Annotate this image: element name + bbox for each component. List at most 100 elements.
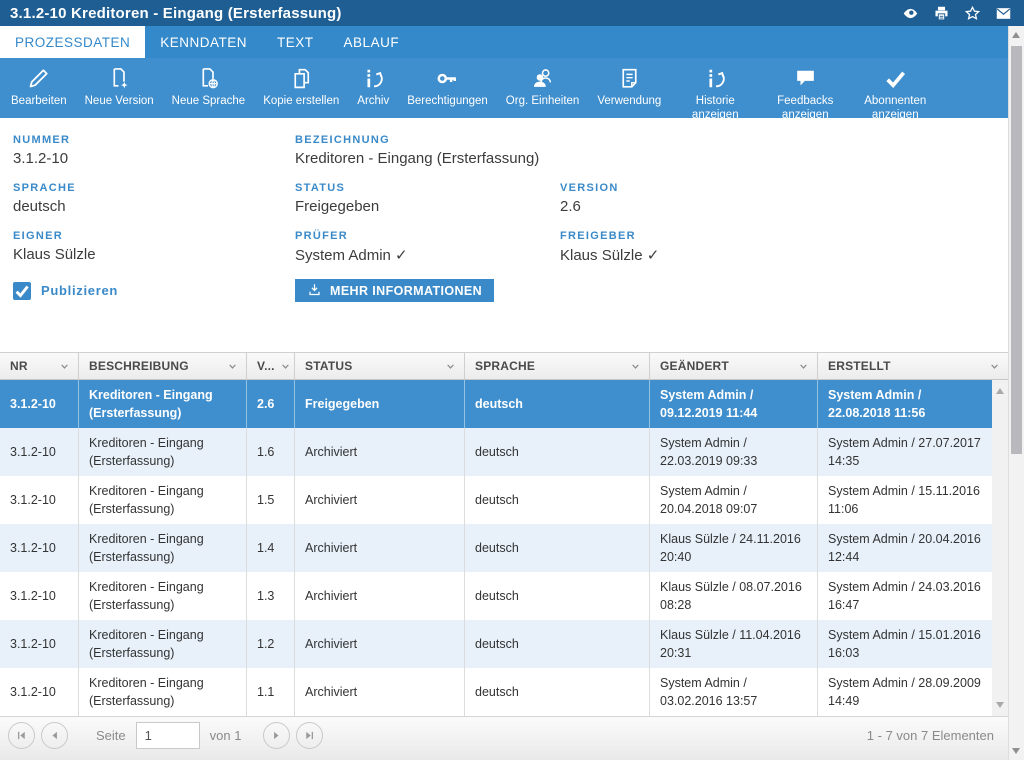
cell-status: Archiviert <box>295 620 465 668</box>
column-header-v[interactable]: V... <box>247 353 295 379</box>
cell-nr: 3.1.2-10 <box>0 524 79 572</box>
tab-text[interactable]: TEXT <box>262 26 329 58</box>
page-number-input[interactable] <box>136 722 200 749</box>
previous-page-button[interactable] <box>41 722 68 749</box>
scroll-up-icon[interactable] <box>1012 32 1020 38</box>
publish-checkbox[interactable] <box>13 282 31 300</box>
next-page-button[interactable] <box>263 722 290 749</box>
column-header-geändert[interactable]: GEÄNDERT <box>650 353 818 379</box>
download-icon <box>307 282 322 300</box>
tab-kenndaten[interactable]: KENNDATEN <box>145 26 262 58</box>
feedbacks-anzeigen-button[interactable]: Feedbacks anzeigen <box>760 58 850 125</box>
more-information-button[interactable]: MEHR INFORMATIONEN <box>295 279 494 302</box>
table-row-v1.3[interactable]: 3.1.2-10Kreditoren - Eingang (Ersterfass… <box>0 572 992 620</box>
table-row-v1.5[interactable]: 3.1.2-10Kreditoren - Eingang (Ersterfass… <box>0 476 992 524</box>
bearbeiten-button[interactable]: Bearbeiten <box>2 58 76 111</box>
first-page-button[interactable] <box>8 722 35 749</box>
toolbar-button-label: Archiv <box>357 95 389 109</box>
detail-field-row: SPRACHEdeutschSTATUSFreigegebenVERSION2.… <box>13 182 1008 215</box>
cell-beschreibung: Kreditoren - Eingang (Ersterfassung) <box>79 476 247 524</box>
cell-geändert: System Admin / 22.03.2019 09:33 <box>650 428 818 476</box>
cell-sprache: deutsch <box>465 572 650 620</box>
eye-icon[interactable] <box>902 5 919 22</box>
field-value: deutsch <box>13 198 295 215</box>
historie-anzeigen-button[interactable]: Historie anzeigen <box>670 58 760 125</box>
pencil-icon <box>26 65 51 92</box>
cell-status: Freigegeben <box>295 380 465 428</box>
toolbar: BearbeitenNeue Version Neue Sprache Kopie … <box>0 58 1008 118</box>
cell-nr: 3.1.2-10 <box>0 572 79 620</box>
chevron-down-icon[interactable] <box>58 360 71 373</box>
cell-geändert: System Admin / 20.04.2018 09:07 <box>650 476 818 524</box>
kopie-erstellen-button[interactable]: Kopie erstellen <box>254 58 348 111</box>
tab-ablauf[interactable]: ABLAUF <box>329 26 415 58</box>
cell-geändert: Klaus Sülzle / 24.11.2016 20:40 <box>650 524 818 572</box>
detail-field-row: EIGNERKlaus SülzlePRÜFERSystem Admin ✓FR… <box>13 230 1008 264</box>
cell-geändert: Klaus Sülzle / 08.07.2016 08:28 <box>650 572 818 620</box>
cell-erstellt: System Admin / 27.07.2017 14:35 <box>818 428 992 476</box>
cell-v: 1.3 <box>247 572 295 620</box>
field-value: Freigegeben <box>295 198 560 215</box>
cell-nr: 3.1.2-10 <box>0 380 79 428</box>
table-row-v1.4[interactable]: 3.1.2-10Kreditoren - Eingang (Ersterfass… <box>0 524 992 572</box>
field-label: PRÜFER <box>295 230 560 242</box>
cell-status: Archiviert <box>295 668 465 716</box>
column-header-status[interactable]: STATUS <box>295 353 465 379</box>
chevron-down-icon[interactable] <box>279 360 292 373</box>
cell-erstellt: System Admin / 28.09.2009 14:49 <box>818 668 992 716</box>
berechtigungen-button[interactable]: Berechtigungen <box>398 58 497 111</box>
elements-count: 1 - 7 von 7 Elementen <box>867 728 994 743</box>
cell-v: 2.6 <box>247 380 295 428</box>
cell-status: Archiviert <box>295 524 465 572</box>
star-icon[interactable] <box>964 5 981 22</box>
cell-sprache: deutsch <box>465 428 650 476</box>
field-version: VERSION2.6 <box>560 182 1008 215</box>
neue-sprache-button[interactable]: Neue Sprache <box>163 58 255 111</box>
table-row-v2.6[interactable]: 3.1.2-10Kreditoren - Eingang (Ersterfass… <box>0 380 992 428</box>
column-label: BESCHREIBUNG <box>89 359 189 373</box>
tab-prozessdaten[interactable]: PROZESSDATEN <box>0 26 145 58</box>
toolbar-button-label: Neue Sprache <box>172 95 246 109</box>
scroll-down-icon[interactable] <box>1012 748 1020 754</box>
column-header-nr[interactable]: NR <box>0 353 79 379</box>
print-icon[interactable] <box>933 5 950 22</box>
scroll-down-icon[interactable] <box>996 702 1004 708</box>
cell-v: 1.6 <box>247 428 295 476</box>
chevron-down-icon[interactable] <box>988 360 1001 373</box>
scrollbar-thumb[interactable] <box>1011 46 1022 454</box>
abonnenten-anzeigen-button[interactable]: Abonnenten anzeigen <box>850 58 940 125</box>
neue-version-button[interactable]: Neue Version <box>76 58 163 111</box>
process-detail-window: 3.1.2-10 Kreditoren - Eingang (Ersterfas… <box>0 0 1024 760</box>
toolbar-button-label: Kopie erstellen <box>263 95 339 109</box>
column-header-erstellt[interactable]: ERSTELLT <box>818 353 1008 379</box>
cell-beschreibung: Kreditoren - Eingang (Ersterfassung) <box>79 668 247 716</box>
field-freigeber: FREIGEBERKlaus Sülzle ✓ <box>560 230 1008 264</box>
table-header: NR BESCHREIBUNG V... STATUSSPRACHEGEÄNDERTE… <box>0 352 1008 380</box>
cell-nr: 3.1.2-10 <box>0 476 79 524</box>
chevron-down-icon[interactable] <box>629 360 642 373</box>
table-row-v1.1[interactable]: 3.1.2-10Kreditoren - Eingang (Ersterfass… <box>0 668 992 716</box>
column-label: V... <box>257 359 275 373</box>
table-row-v1.2[interactable]: 3.1.2-10Kreditoren - Eingang (Ersterfass… <box>0 620 992 668</box>
checkmark-icon <box>13 282 31 300</box>
org-einheiten-button[interactable]: Org. Einheiten <box>497 58 589 111</box>
last-page-button[interactable] <box>296 722 323 749</box>
archiv-button[interactable]: Archiv <box>348 58 398 111</box>
cell-sprache: deutsch <box>465 524 650 572</box>
mail-icon[interactable] <box>995 5 1012 22</box>
verwendung-button[interactable]: Verwendung <box>588 58 670 111</box>
cell-nr: 3.1.2-10 <box>0 668 79 716</box>
field-label: FREIGEBER <box>560 230 1008 242</box>
column-header-beschreibung[interactable]: BESCHREIBUNG <box>79 353 247 379</box>
cell-beschreibung: Kreditoren - Eingang (Ersterfassung) <box>79 428 247 476</box>
table-row-v1.6[interactable]: 3.1.2-10Kreditoren - Eingang (Ersterfass… <box>0 428 992 476</box>
toolbar-button-label: Feedbacks anzeigen <box>769 95 841 123</box>
field-eigner: EIGNERKlaus Sülzle <box>13 230 295 264</box>
table-rows: 3.1.2-10Kreditoren - Eingang (Ersterfass… <box>0 380 1008 716</box>
column-header-sprache[interactable]: SPRACHE <box>465 353 650 379</box>
chevron-down-icon[interactable] <box>444 360 457 373</box>
chevron-down-icon[interactable] <box>226 360 239 373</box>
chevron-down-icon[interactable] <box>797 360 810 373</box>
scroll-up-icon[interactable] <box>996 388 1004 394</box>
field-value: Kreditoren - Eingang (Ersterfassung) <box>295 150 560 167</box>
